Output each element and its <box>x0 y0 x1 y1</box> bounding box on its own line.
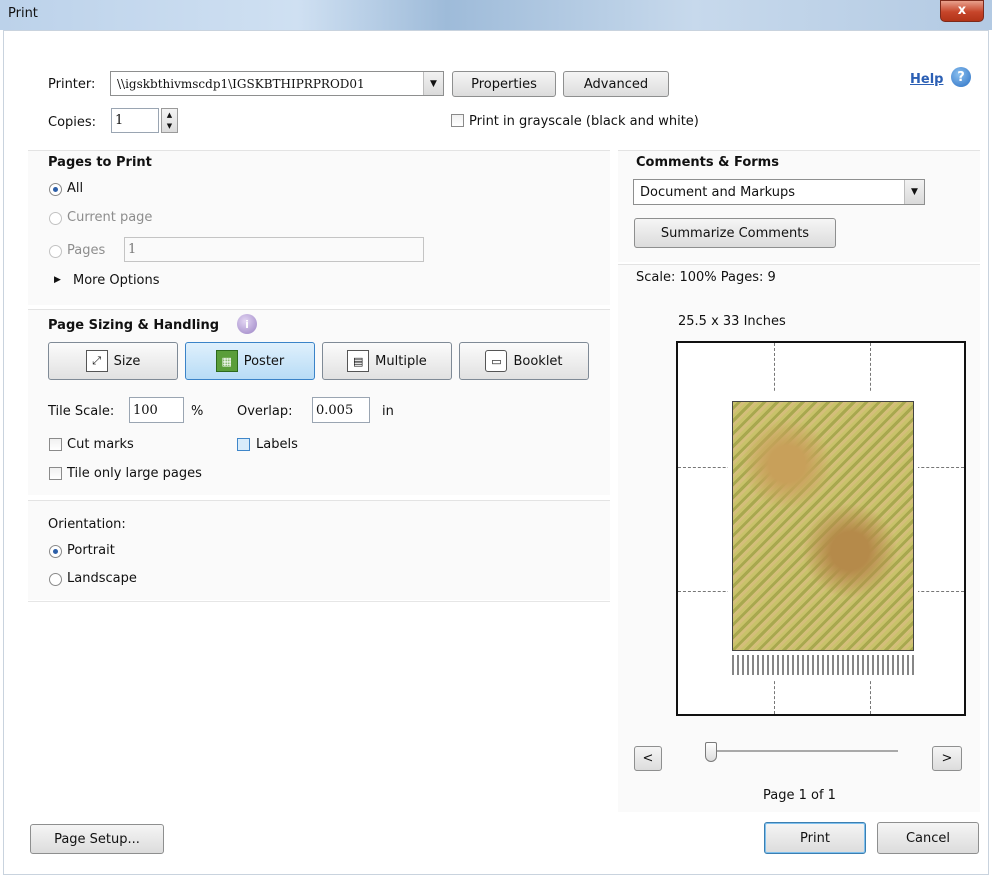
multiple-pages-icon: ▤ <box>347 350 370 372</box>
page-of-text: Page 1 of 1 <box>763 788 836 803</box>
portrait-label: Portrait <box>67 543 115 558</box>
current-page-radio[interactable] <box>49 212 62 225</box>
divider <box>28 601 610 602</box>
copies-input[interactable]: 1 <box>111 108 159 133</box>
help-icon[interactable]: ? <box>951 67 971 87</box>
comments-forms-value: Document and Markups <box>640 184 795 200</box>
all-label: All <box>67 181 84 196</box>
help-link[interactable]: Help <box>910 72 943 87</box>
fit-page-icon: ⤢ <box>85 350 108 372</box>
booklet-button[interactable]: ▭ Booklet <box>459 342 589 380</box>
pages-radio[interactable] <box>49 245 62 258</box>
overlap-input[interactable]: 0.005 <box>312 397 370 423</box>
properties-button[interactable]: Properties <box>452 71 556 97</box>
booklet-icon: ▭ <box>485 350 508 372</box>
print-button[interactable]: Print <box>764 822 866 854</box>
cancel-button[interactable]: Cancel <box>877 822 979 854</box>
grayscale-checkbox[interactable] <box>451 114 464 127</box>
arrow-up-icon[interactable]: ▲ <box>167 111 172 119</box>
comments-forms-select[interactable]: Document and Markups ▼ <box>633 179 925 205</box>
tile-large-checkbox[interactable] <box>49 467 62 480</box>
next-page-button[interactable]: > <box>932 746 962 771</box>
printer-value: \\igskbthivmscdp1\IGSKBTHIPRPROD01 <box>117 76 365 91</box>
prev-page-button[interactable]: < <box>634 746 662 771</box>
info-icon[interactable]: i <box>237 314 257 334</box>
pages-to-print-title: Pages to Print <box>48 155 152 170</box>
multiple-button[interactable]: ▤ Multiple <box>322 342 452 380</box>
topographic-map-image <box>732 401 914 651</box>
comments-forms-title: Comments & Forms <box>636 155 779 170</box>
printer-label: Printer: <box>48 77 96 92</box>
map-thumbnail <box>728 391 918 681</box>
close-button[interactable]: x <box>940 0 984 22</box>
cut-marks-checkbox[interactable] <box>49 438 62 451</box>
page-sizing-title: Page Sizing & Handling <box>48 318 220 333</box>
pages-label: Pages <box>67 243 106 258</box>
all-radio[interactable] <box>49 183 62 196</box>
advanced-button[interactable]: Advanced <box>563 71 669 97</box>
size-button[interactable]: ⤢ Size <box>48 342 178 380</box>
labels-label: Labels <box>256 437 298 452</box>
tile-scale-input[interactable]: 100 <box>129 397 184 423</box>
page-dimensions: 25.5 x 33 Inches <box>678 314 786 329</box>
overlap-label: Overlap: <box>237 404 293 419</box>
orientation-title: Orientation: <box>48 517 126 532</box>
pages-range-input[interactable]: 1 <box>124 237 424 262</box>
cut-marks-label: Cut marks <box>67 437 134 452</box>
chevron-down-icon[interactable]: ▼ <box>423 72 443 95</box>
current-page-label: Current page <box>67 210 153 225</box>
poster-icon: ▦ <box>215 350 238 372</box>
title-bar: Print x <box>0 0 992 30</box>
copies-stepper[interactable]: ▲ ▼ <box>161 108 178 133</box>
poster-button[interactable]: ▦ Poster <box>185 342 315 380</box>
percent-label: % <box>191 404 204 419</box>
map-legend-image <box>732 655 914 675</box>
poster-label: Poster <box>243 353 285 369</box>
summarize-comments-button[interactable]: Summarize Comments <box>634 218 836 248</box>
page-slider-thumb[interactable] <box>705 742 717 762</box>
window-title: Print <box>8 6 38 21</box>
arrow-down-icon[interactable]: ▼ <box>167 122 172 130</box>
page-preview <box>676 341 966 716</box>
landscape-label: Landscape <box>67 571 137 586</box>
landscape-radio[interactable] <box>49 573 62 586</box>
scale-pages-text: Scale: 100% Pages: 9 <box>636 270 776 285</box>
page-slider-track[interactable] <box>712 750 898 752</box>
copies-label: Copies: <box>48 115 97 130</box>
triangle-right-icon[interactable]: ▶ <box>54 275 61 285</box>
chevron-down-icon[interactable]: ▼ <box>904 180 924 204</box>
multiple-label: Multiple <box>375 353 427 369</box>
page-setup-button[interactable]: Page Setup... <box>30 824 164 854</box>
size-label: Size <box>113 353 141 369</box>
grayscale-label: Print in grayscale (black and white) <box>469 114 699 129</box>
labels-checkbox[interactable] <box>237 438 250 451</box>
tile-scale-label: Tile Scale: <box>48 404 115 419</box>
printer-select[interactable]: \\igskbthivmscdp1\IGSKBTHIPRPROD01 ▼ <box>110 71 444 96</box>
tile-large-label: Tile only large pages <box>67 466 202 481</box>
more-options-toggle[interactable]: More Options <box>73 273 160 288</box>
booklet-label: Booklet <box>513 353 563 369</box>
portrait-radio[interactable] <box>49 545 62 558</box>
overlap-unit: in <box>382 404 394 419</box>
